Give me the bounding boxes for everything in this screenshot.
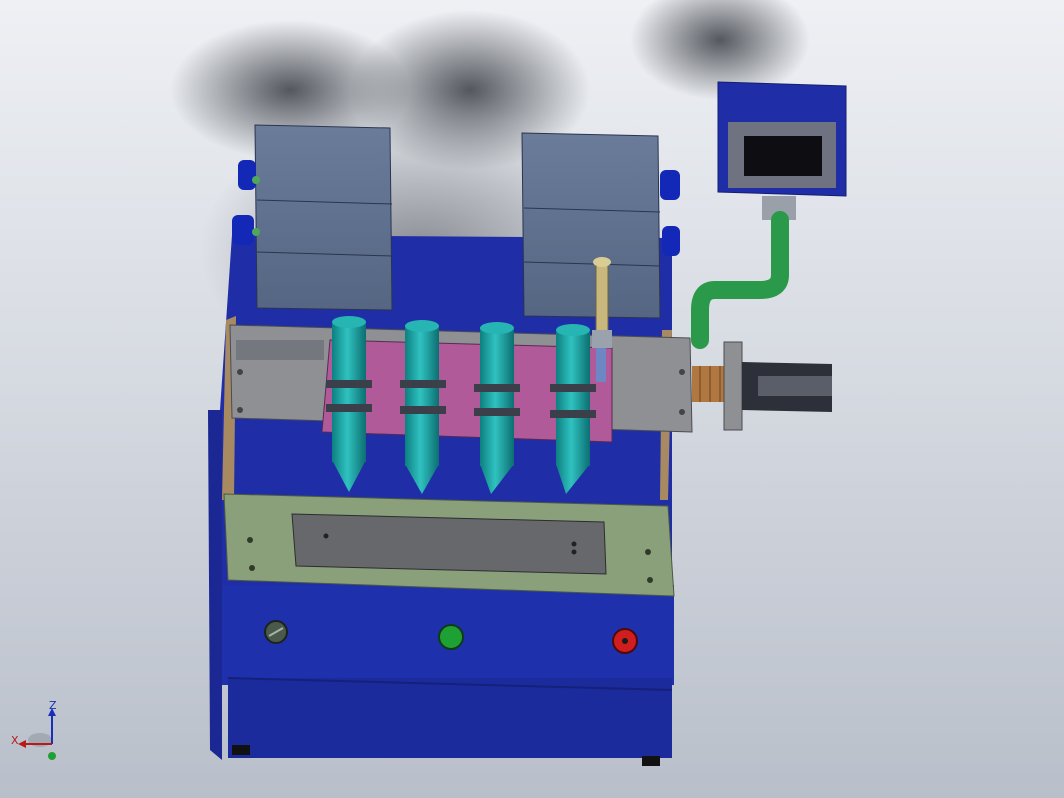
start-button bbox=[438, 624, 464, 650]
stop-button bbox=[612, 628, 638, 654]
cad-viewport[interactable]: Z X bbox=[0, 0, 1064, 798]
machine-model[interactable] bbox=[0, 0, 1064, 798]
knob-button bbox=[264, 620, 288, 644]
coordinate-triad: Z X bbox=[8, 698, 68, 764]
z-axis-label: Z bbox=[49, 699, 57, 712]
display-monitor bbox=[691, 81, 847, 349]
axis-arrows-icon bbox=[18, 708, 56, 760]
x-axis-label: X bbox=[11, 734, 19, 747]
axis-motor bbox=[692, 341, 832, 431]
work-plate bbox=[223, 493, 675, 597]
